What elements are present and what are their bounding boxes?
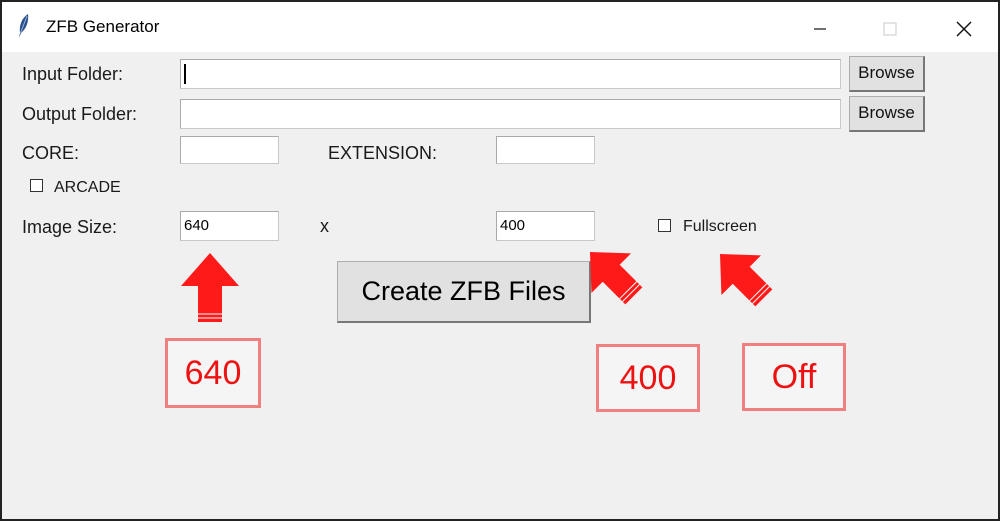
- fullscreen-callout: Off: [742, 343, 846, 411]
- annotation-arrows: [181, 252, 773, 322]
- width-callout: 640: [165, 338, 261, 408]
- red-arrow-icon: [720, 254, 773, 307]
- app-window: ZFB Generator Input Folder: Browse Outpu…: [0, 0, 1000, 521]
- height-callout: 400: [596, 344, 700, 412]
- red-arrow-icon: [181, 253, 239, 322]
- red-arrow-icon: [590, 252, 643, 305]
